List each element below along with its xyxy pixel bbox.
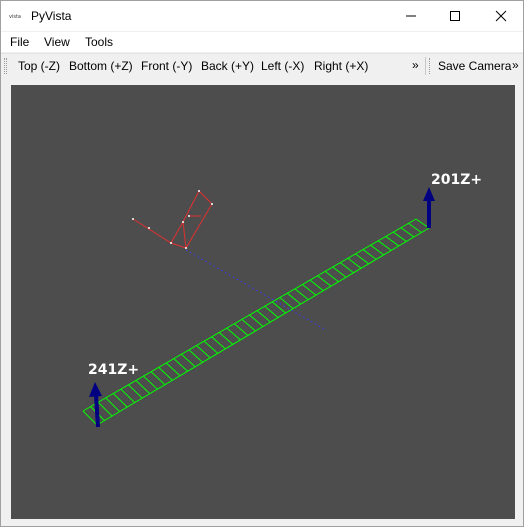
beam-rung (241, 318, 256, 332)
beam-rung (150, 371, 166, 386)
view-front-button[interactable]: Front (-Y) (141, 59, 192, 73)
beam-rung (120, 388, 136, 403)
toolbar-separator (425, 57, 426, 75)
maximize-button[interactable] (435, 1, 475, 31)
save-camera-button[interactable]: Save Camera (438, 59, 511, 73)
beam-rung (112, 393, 128, 408)
beam-rung (173, 358, 188, 372)
beam-rung (393, 231, 407, 242)
arrow-201 (423, 187, 435, 228)
toolbar-overflow-button[interactable]: » (412, 58, 419, 72)
maximize-icon (450, 11, 460, 21)
node-label-201: 201Z+ (431, 172, 483, 188)
beam-rung (340, 262, 354, 274)
view-bottom-button[interactable]: Bottom (+Z) (69, 59, 133, 73)
pyvista-logo-icon: vista (9, 14, 25, 20)
beam-rung (317, 275, 332, 287)
beam-rung (218, 332, 234, 345)
title-bar[interactable]: vista PyVista (1, 1, 523, 31)
beam-rung (226, 327, 241, 341)
menu-file[interactable]: File (10, 35, 29, 49)
beam-rung (196, 345, 211, 359)
svg-text:vista: vista (9, 14, 21, 20)
beam-rung (82, 410, 98, 426)
beam-rung (128, 384, 143, 399)
minimize-button[interactable] (391, 1, 431, 31)
view-top-button[interactable]: Top (-Z) (18, 59, 60, 73)
beam-rung (355, 253, 369, 265)
view-back-button[interactable]: Back (+Y) (201, 59, 254, 73)
render-viewport[interactable]: 201Z+ 241Z+ (11, 85, 515, 519)
view-right-button[interactable]: Right (+X) (314, 59, 368, 73)
beam-rung (143, 375, 158, 390)
beam-rung (287, 292, 302, 305)
beam-rung (203, 340, 219, 354)
beam-rung (105, 397, 120, 412)
beam-rung (158, 366, 173, 381)
menu-bar: File View Tools (1, 32, 523, 52)
pyvista-window: vista PyVista File View Tools Top (-Z) B… (0, 0, 524, 527)
toolbar-grip[interactable] (4, 58, 7, 74)
beam-rung (385, 236, 400, 247)
beam-rung (347, 257, 362, 269)
beam-rung (302, 284, 317, 296)
beam-rung (400, 227, 415, 238)
beam-rung (362, 249, 377, 260)
beam-rung (249, 314, 264, 327)
menu-tools[interactable]: Tools (85, 35, 113, 49)
camera-toolbar: Top (-Z) Bottom (+Z) Front (-Y) Back (+Y… (1, 53, 523, 77)
blue-axis (185, 249, 327, 331)
beam-rung (370, 244, 385, 256)
close-button[interactable] (481, 1, 521, 31)
green-beam-mesh (82, 218, 430, 426)
beam-rung (97, 401, 113, 417)
beam-rung (294, 288, 309, 301)
beam-rung (264, 305, 279, 318)
window-title: PyVista (31, 9, 72, 23)
beam-rung (256, 310, 271, 323)
view-left-button[interactable]: Left (-X) (261, 59, 304, 73)
beam-rung (324, 270, 339, 283)
beam-rung (271, 301, 286, 314)
minimize-icon (406, 15, 416, 17)
beam-rung (135, 380, 151, 395)
toolbar-grip-2[interactable] (429, 58, 432, 74)
beam-rung (188, 349, 203, 363)
close-icon (495, 10, 507, 22)
beam-rung (234, 323, 249, 336)
beam-rung (181, 353, 196, 368)
red-frame (132, 190, 213, 249)
beam-rung (408, 222, 422, 233)
node-label-241: 241Z+ (88, 362, 140, 378)
beam-rung (377, 240, 392, 251)
beam-rung (279, 297, 294, 309)
scene-canvas[interactable] (11, 85, 515, 519)
toolbar-overflow-button-2[interactable]: » (512, 58, 519, 72)
beam-rung (165, 362, 181, 377)
beam-rung (332, 266, 347, 278)
menu-view[interactable]: View (44, 35, 70, 49)
beam-rung (211, 336, 226, 350)
beam-rung (309, 279, 324, 292)
